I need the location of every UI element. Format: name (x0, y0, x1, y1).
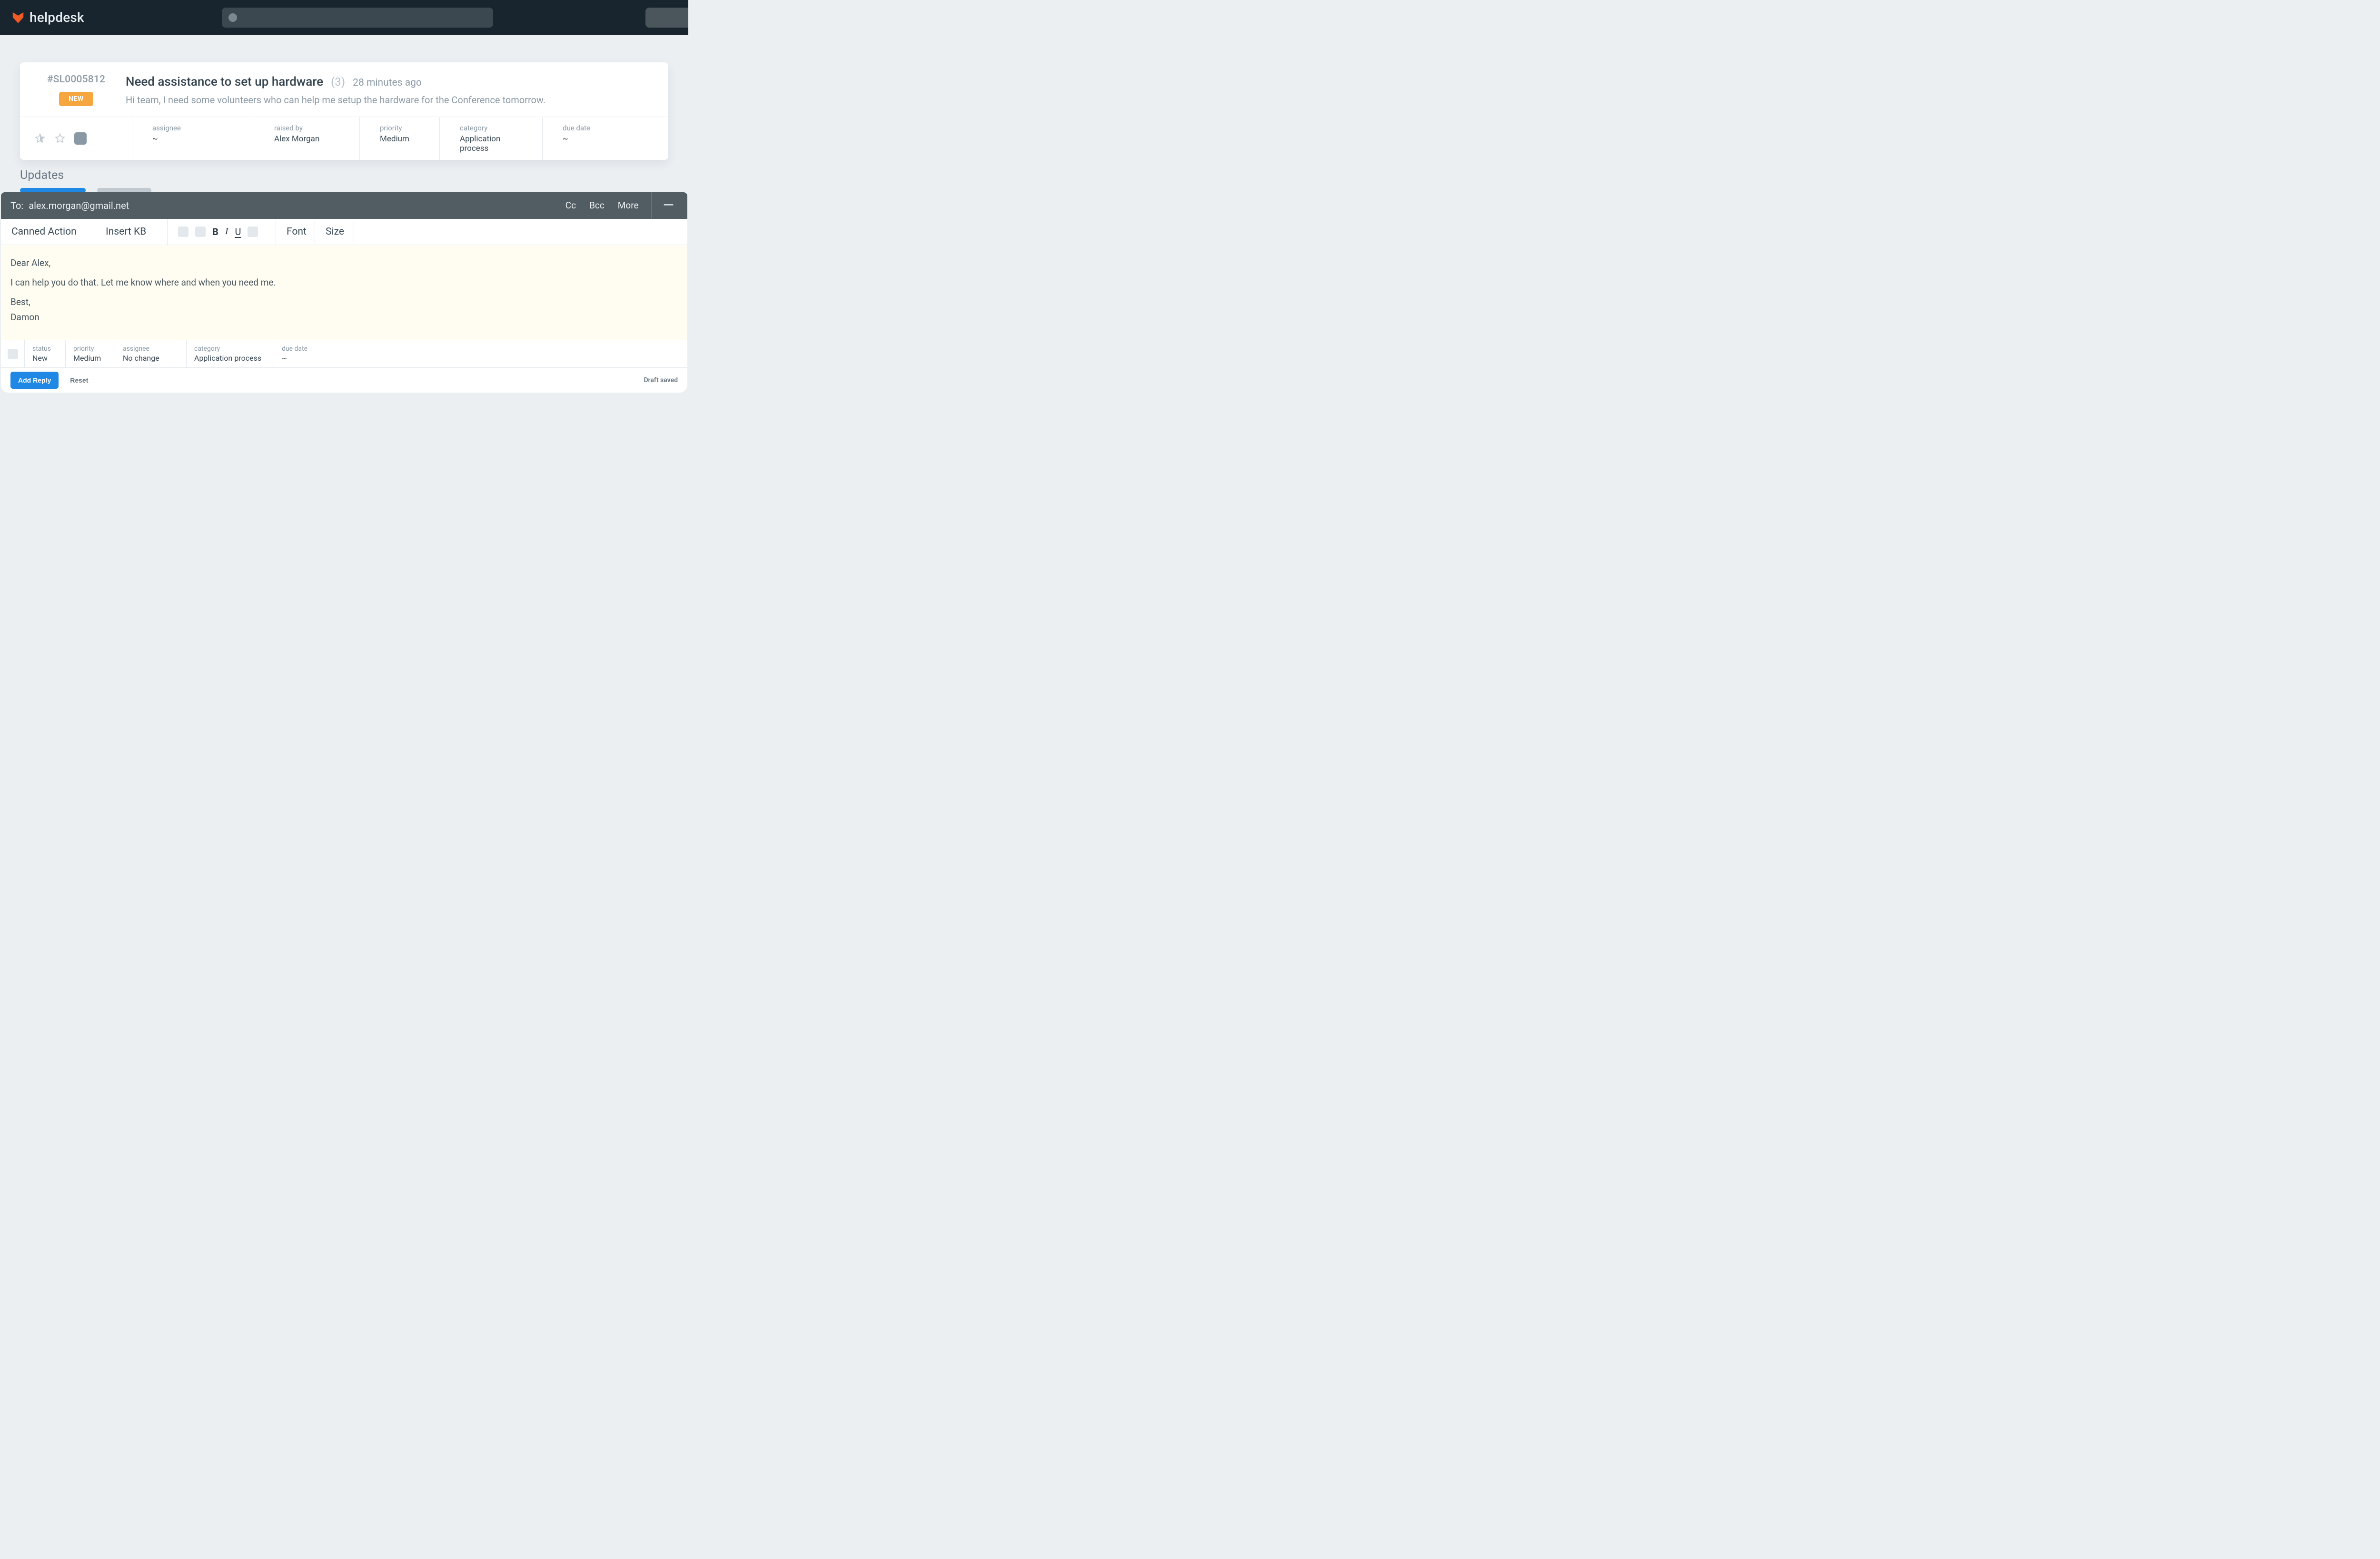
rm-value: Medium (73, 354, 104, 363)
rm-label: status (32, 345, 55, 353)
meta-label: raised by (274, 124, 342, 132)
meta-label: due date (563, 124, 651, 132)
reply-status[interactable]: status New (25, 340, 66, 367)
top-bar: helpdesk (0, 0, 688, 35)
updates-section: Updates (20, 168, 668, 193)
bcc-button[interactable]: Bcc (589, 200, 605, 211)
meta-value: ~ (563, 134, 651, 144)
rm-value: No change (123, 354, 176, 363)
meta-value: Alex Morgan (274, 134, 342, 144)
compose-footer: Add Reply Reset Draft saved (1, 368, 687, 393)
ticket-title: Need assistance to set up hardware (126, 75, 323, 89)
status-badge: NEW (59, 92, 93, 106)
ticket-title-row: Need assistance to set up hardware (3) 2… (126, 75, 655, 89)
meta-assignee[interactable]: assignee ~ (132, 117, 254, 160)
ticket-reply-count: (3) (331, 75, 345, 89)
compose-header: To: alex.morgan@gmail.net Cc Bcc More — (1, 192, 687, 219)
reset-button[interactable]: Reset (70, 376, 88, 384)
reply-priority[interactable]: priority Medium (66, 340, 115, 367)
meta-category[interactable]: category Application process (440, 117, 543, 160)
search-input[interactable] (222, 8, 493, 28)
reply-checkbox-wrap (1, 340, 25, 367)
compose-panel: To: alex.morgan@gmail.net Cc Bcc More — … (1, 192, 687, 393)
compose-toolbar: Canned Action Insert KB B I U Font Size (1, 219, 687, 245)
reply-due-date[interactable]: due date ~ (274, 340, 687, 367)
meta-value: Medium (380, 134, 422, 144)
meta-value: Application process (460, 134, 525, 153)
more-button[interactable]: More (618, 200, 639, 211)
ticket-description: Hi team, I need some volunteers who can … (126, 93, 655, 107)
italic-button[interactable]: I (225, 226, 228, 237)
body-greeting: Dear Alex, (10, 256, 678, 270)
fox-icon (11, 11, 25, 24)
ticket-actions (20, 117, 132, 160)
meta-raised-by: raised by Alex Morgan (254, 117, 360, 160)
meta-priority[interactable]: priority Medium (360, 117, 440, 160)
bold-button[interactable]: B (212, 226, 218, 237)
page-content: #SL0005812 NEW Need assistance to set up… (0, 62, 688, 193)
compose-body[interactable]: Dear Alex, I can help you do that. Let m… (1, 245, 687, 340)
compose-to-label: To: (10, 200, 23, 211)
search-icon (228, 13, 237, 22)
rm-label: priority (73, 345, 104, 353)
ticket-meta-bar: assignee ~ raised by Alex Morgan priorit… (20, 117, 668, 160)
body-closing: Best, (10, 295, 678, 309)
compose-to-value: alex.morgan@gmail.net (29, 200, 129, 211)
reply-category[interactable]: category Application process (187, 340, 274, 367)
star-outline-icon[interactable] (54, 133, 66, 144)
meta-label: category (460, 124, 525, 132)
star-filled-icon[interactable] (34, 133, 46, 144)
cc-button[interactable]: Cc (565, 200, 576, 211)
insert-kb-button[interactable]: Insert KB (95, 219, 168, 245)
size-select[interactable]: Size (315, 219, 354, 245)
format-placeholder-icon[interactable] (248, 227, 258, 237)
rm-value: Application process (194, 354, 263, 363)
format-placeholder-icon[interactable] (195, 227, 206, 237)
underline-button[interactable]: U (235, 226, 241, 237)
meta-label: assignee (152, 124, 237, 132)
meta-label: priority (380, 124, 422, 132)
app-root: helpdesk #SL0005812 NEW Need assistance … (0, 0, 688, 394)
body-line: I can help you do that. Let me know wher… (10, 275, 678, 290)
reply-assignee[interactable]: assignee No change (115, 340, 187, 367)
topbar-action-button[interactable] (645, 8, 688, 28)
ticket-header-right: Need assistance to set up hardware (3) 2… (126, 74, 655, 107)
rm-label: due date (282, 345, 677, 353)
canned-action-button[interactable]: Canned Action (1, 219, 95, 245)
add-reply-button[interactable]: Add Reply (10, 372, 59, 389)
ticket-id: #SL0005812 (47, 74, 105, 85)
ticket-header-left: #SL0005812 NEW (38, 74, 114, 107)
toolbar-rest (354, 219, 687, 245)
brand-name: helpdesk (30, 10, 84, 25)
draft-saved-label: Draft saved (644, 376, 678, 384)
placeholder-action-icon[interactable] (74, 132, 87, 145)
meta-value: ~ (152, 134, 237, 144)
ticket-card: #SL0005812 NEW Need assistance to set up… (20, 62, 668, 160)
ticket-header: #SL0005812 NEW Need assistance to set up… (20, 62, 668, 117)
rm-value: ~ (282, 354, 677, 363)
header-separator (651, 192, 652, 219)
ticket-time: 28 minutes ago (353, 77, 422, 89)
rm-label: assignee (123, 345, 176, 353)
reply-meta-bar: status New priority Medium assignee No c… (1, 340, 687, 368)
meta-due-date[interactable]: due date ~ (543, 117, 668, 160)
format-group: B I U (168, 219, 276, 245)
body-signature: Damon (10, 310, 678, 325)
reply-checkbox[interactable] (8, 349, 18, 359)
updates-title: Updates (20, 168, 668, 182)
rm-label: category (194, 345, 263, 353)
font-select[interactable]: Font (276, 219, 315, 245)
brand-logo[interactable]: helpdesk (11, 10, 84, 25)
format-placeholder-icon[interactable] (178, 227, 188, 237)
rm-value: New (32, 354, 55, 363)
compose-to[interactable]: To: alex.morgan@gmail.net (10, 200, 129, 211)
